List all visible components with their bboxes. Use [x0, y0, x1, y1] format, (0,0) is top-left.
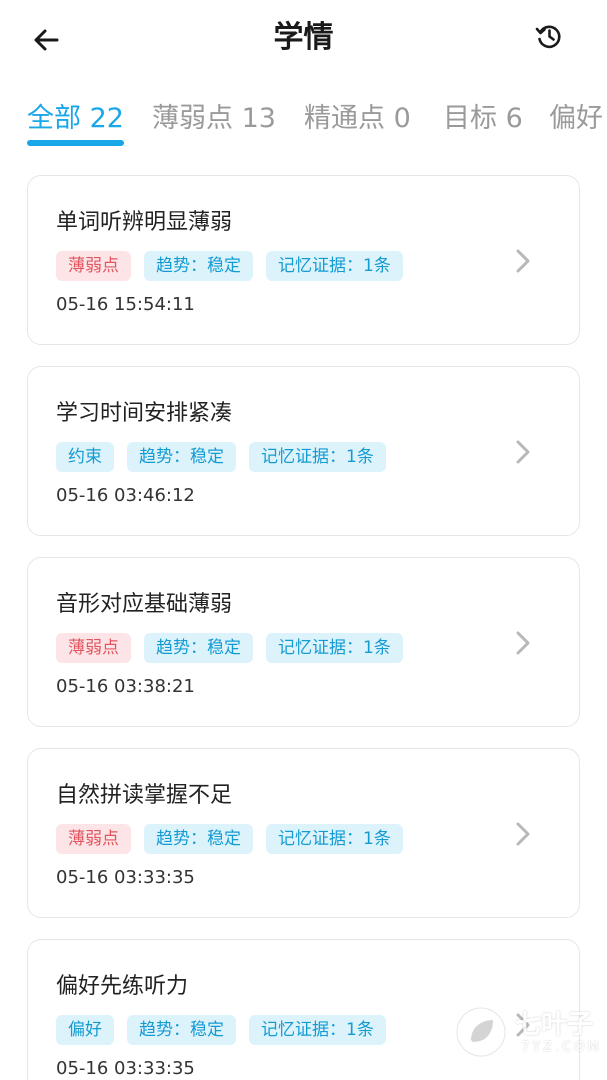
tab-all[interactable]: 全部 22: [27, 96, 124, 135]
type-badge: 薄弱点: [56, 251, 131, 281]
trend-badge: 趋势：稳定: [144, 251, 253, 281]
history-button[interactable]: [527, 14, 571, 58]
insight-list: 单词听辨明显薄弱 薄弱点 趋势：稳定 记忆证据：1条 05-16 15:54:1…: [27, 175, 580, 1080]
trend-badge: 趋势：稳定: [144, 824, 253, 854]
chevron-right-icon: [516, 631, 530, 655]
type-badge: 偏好: [56, 1015, 114, 1045]
card-timestamp: 05-16 03:46:12: [56, 485, 195, 506]
history-icon: [535, 25, 561, 49]
header: 学情: [0, 0, 607, 80]
chevron-right-icon: [516, 822, 530, 846]
card-tags: 偏好 趋势：稳定 记忆证据：1条: [56, 1015, 386, 1045]
watermark-logo: 七叶子 7YZ.COM: [451, 1000, 601, 1070]
card-title: 学习时间安排紧凑: [56, 401, 233, 426]
tab-mastered-points[interactable]: 精通点 0: [304, 96, 411, 135]
chevron-right-icon: [516, 440, 530, 464]
evidence-badge: 记忆证据：1条: [266, 633, 403, 663]
card-timestamp: 05-16 03:38:21: [56, 676, 195, 697]
trend-badge: 趋势：稳定: [144, 633, 253, 663]
card-tags: 薄弱点 趋势：稳定 记忆证据：1条: [56, 824, 403, 854]
card-timestamp: 05-16 15:54:11: [56, 294, 195, 315]
watermark-subtext: 7YZ.COM: [521, 1040, 602, 1055]
card-title: 音形对应基础薄弱: [56, 592, 233, 617]
active-tab-indicator: [27, 140, 124, 146]
card-timestamp: 05-16 03:33:35: [56, 867, 195, 888]
leaf-logo-icon: [456, 1007, 506, 1057]
card-tags: 薄弱点 趋势：稳定 记忆证据：1条: [56, 251, 403, 281]
card-tags: 薄弱点 趋势：稳定 记忆证据：1条: [56, 633, 403, 663]
evidence-badge: 记忆证据：1条: [249, 442, 386, 472]
insight-card[interactable]: 自然拼读掌握不足 薄弱点 趋势：稳定 记忆证据：1条 05-16 03:33:3…: [27, 748, 580, 918]
filter-tabs: 全部 22 薄弱点 13 精通点 0 目标 6 偏好: [27, 96, 607, 156]
evidence-badge: 记忆证据：1条: [249, 1015, 386, 1045]
card-tags: 约束 趋势：稳定 记忆证据：1条: [56, 442, 386, 472]
card-timestamp: 05-16 03:33:35: [56, 1058, 195, 1079]
tab-goals[interactable]: 目标 6: [443, 96, 523, 135]
page-title: 学情: [273, 20, 334, 55]
trend-badge: 趋势：稳定: [127, 442, 236, 472]
card-title: 自然拼读掌握不足: [56, 783, 233, 808]
watermark-text: 七叶子: [515, 1010, 594, 1040]
type-badge: 约束: [56, 442, 114, 472]
type-badge: 薄弱点: [56, 633, 131, 663]
card-title: 单词听辨明显薄弱: [56, 210, 233, 235]
chevron-right-icon: [516, 249, 530, 273]
learning-status-screen: 学情 全部 22 薄弱点 13 精通点 0 目标 6 偏好 单词听辨明显薄弱 薄…: [0, 0, 607, 1080]
insight-card[interactable]: 音形对应基础薄弱 薄弱点 趋势：稳定 记忆证据：1条 05-16 03:38:2…: [27, 557, 580, 727]
tab-weak-points[interactable]: 薄弱点 13: [152, 96, 276, 135]
evidence-badge: 记忆证据：1条: [266, 824, 403, 854]
insight-card[interactable]: 学习时间安排紧凑 约束 趋势：稳定 记忆证据：1条 05-16 03:46:12: [27, 366, 580, 536]
tab-preferences[interactable]: 偏好: [549, 96, 603, 135]
trend-badge: 趋势：稳定: [127, 1015, 236, 1045]
insight-card[interactable]: 单词听辨明显薄弱 薄弱点 趋势：稳定 记忆证据：1条 05-16 15:54:1…: [27, 175, 580, 345]
type-badge: 薄弱点: [56, 824, 131, 854]
card-title: 偏好先练听力: [56, 974, 189, 999]
evidence-badge: 记忆证据：1条: [266, 251, 403, 281]
